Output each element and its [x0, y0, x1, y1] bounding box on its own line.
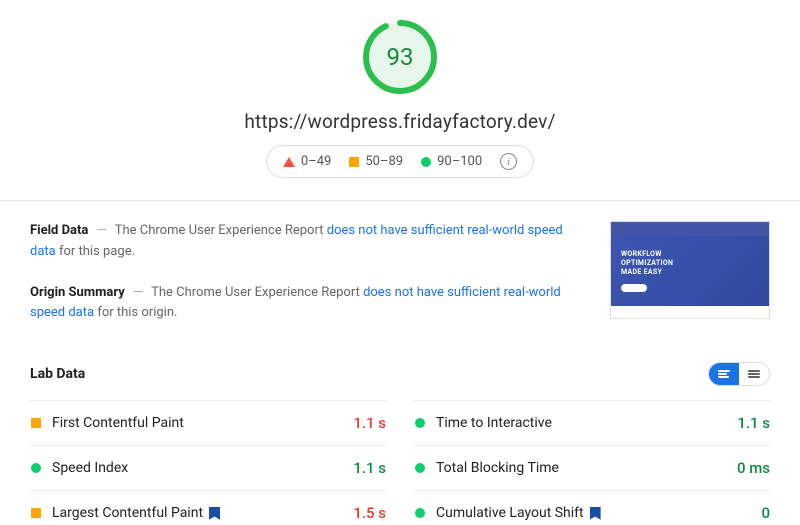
square-icon	[30, 508, 42, 518]
metric-row: Speed Index 1.1 s	[30, 445, 386, 490]
circle-icon	[414, 418, 426, 428]
view-toggle[interactable]	[708, 362, 770, 386]
thumb-line1: WORKFLOW	[621, 250, 759, 259]
metric-value: 1.1 s	[353, 459, 386, 477]
origin-summary-block: Origin Summary — The Chrome User Experie…	[30, 283, 586, 325]
legend-avg-label: 50–89	[365, 154, 403, 169]
triangle-icon	[283, 157, 295, 167]
metric-value: 1.1 s	[737, 414, 770, 432]
field-data-label: Field Data	[30, 223, 88, 238]
field-data-post: for this page.	[56, 244, 135, 259]
page-screenshot-thumbnail[interactable]: WORKFLOW OPTIMIZATION MADE EASY	[610, 221, 770, 319]
bookmark-icon	[209, 507, 220, 520]
tested-url: https://wordpress.fridayfactory.dev/	[244, 110, 555, 133]
circle-icon	[414, 508, 426, 518]
info-icon[interactable]: i	[500, 153, 517, 170]
thumb-line3: MADE EASY	[621, 268, 759, 277]
legend-good-label: 90–100	[437, 154, 482, 169]
metric-row: First Contentful Paint 1.1 s	[30, 400, 386, 445]
origin-summary-post: for this origin.	[94, 305, 177, 320]
metric-name: Largest Contentful Paint	[52, 505, 343, 521]
metric-row: Cumulative Layout Shift 0	[414, 490, 770, 525]
circle-icon	[421, 157, 431, 167]
toggle-compact-icon[interactable]	[709, 363, 739, 385]
metric-name: Cumulative Layout Shift	[436, 505, 751, 521]
score-legend: 0–49 50–89 90–100 i	[266, 145, 534, 178]
metric-row: Largest Contentful Paint 1.5 s	[30, 490, 386, 525]
metric-row: Time to Interactive 1.1 s	[414, 400, 770, 445]
field-data-block: Field Data — The Chrome User Experience …	[30, 221, 586, 263]
legend-good: 90–100	[421, 154, 482, 169]
origin-summary-pre: The Chrome User Experience Report	[151, 285, 363, 300]
origin-summary-label: Origin Summary	[30, 285, 125, 300]
metric-value: 0 ms	[737, 459, 770, 477]
metric-value: 0	[761, 504, 770, 522]
legend-average: 50–89	[349, 154, 403, 169]
lab-data-heading: Lab Data	[30, 366, 85, 382]
performance-gauge: 93	[361, 18, 439, 96]
metric-row: Total Blocking Time 0 ms	[414, 445, 770, 490]
performance-score: 93	[361, 18, 439, 96]
field-data-pre: The Chrome User Experience Report	[115, 223, 327, 238]
legend-poor: 0–49	[283, 154, 331, 169]
bookmark-icon	[590, 507, 601, 520]
circle-icon	[30, 463, 42, 473]
legend-poor-label: 0–49	[301, 154, 331, 169]
toggle-expanded-icon[interactable]	[739, 363, 769, 385]
thumb-line2: OPTIMIZATION	[621, 259, 759, 268]
circle-icon	[414, 463, 426, 473]
metric-name: Time to Interactive	[436, 415, 727, 431]
square-icon	[349, 157, 359, 167]
metric-name: Speed Index	[52, 460, 343, 476]
metric-name: First Contentful Paint	[52, 415, 343, 431]
square-icon	[30, 418, 42, 428]
metric-value: 1.1 s	[353, 414, 386, 432]
metric-name: Total Blocking Time	[436, 460, 727, 476]
metric-value: 1.5 s	[353, 504, 386, 522]
